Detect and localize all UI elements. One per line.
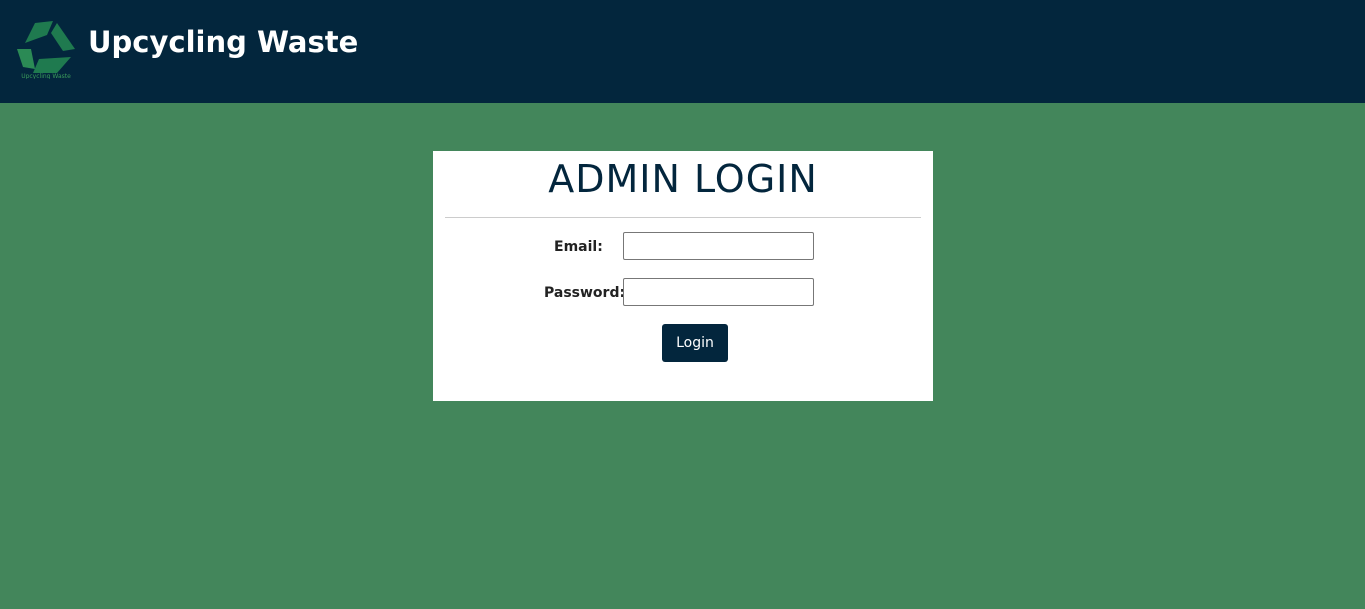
site-title[interactable]: Upcycling Waste xyxy=(88,25,358,59)
password-input[interactable] xyxy=(623,278,814,306)
email-input[interactable] xyxy=(623,232,814,260)
recycle-logo-icon: Upcycling Waste xyxy=(17,21,75,79)
header: Upcycling Waste Upcycling Waste xyxy=(0,0,1365,103)
login-button[interactable]: Login xyxy=(662,324,728,362)
password-label: Password: xyxy=(544,285,626,301)
email-row: Email: xyxy=(433,232,933,262)
svg-text:Upcycling Waste: Upcycling Waste xyxy=(21,73,71,79)
login-card: ADMIN LOGIN Email: Password: Login xyxy=(433,151,933,401)
login-title: ADMIN LOGIN xyxy=(548,157,818,201)
password-row: Password: xyxy=(433,278,933,308)
email-label: Email: xyxy=(554,239,603,255)
divider xyxy=(445,217,921,218)
